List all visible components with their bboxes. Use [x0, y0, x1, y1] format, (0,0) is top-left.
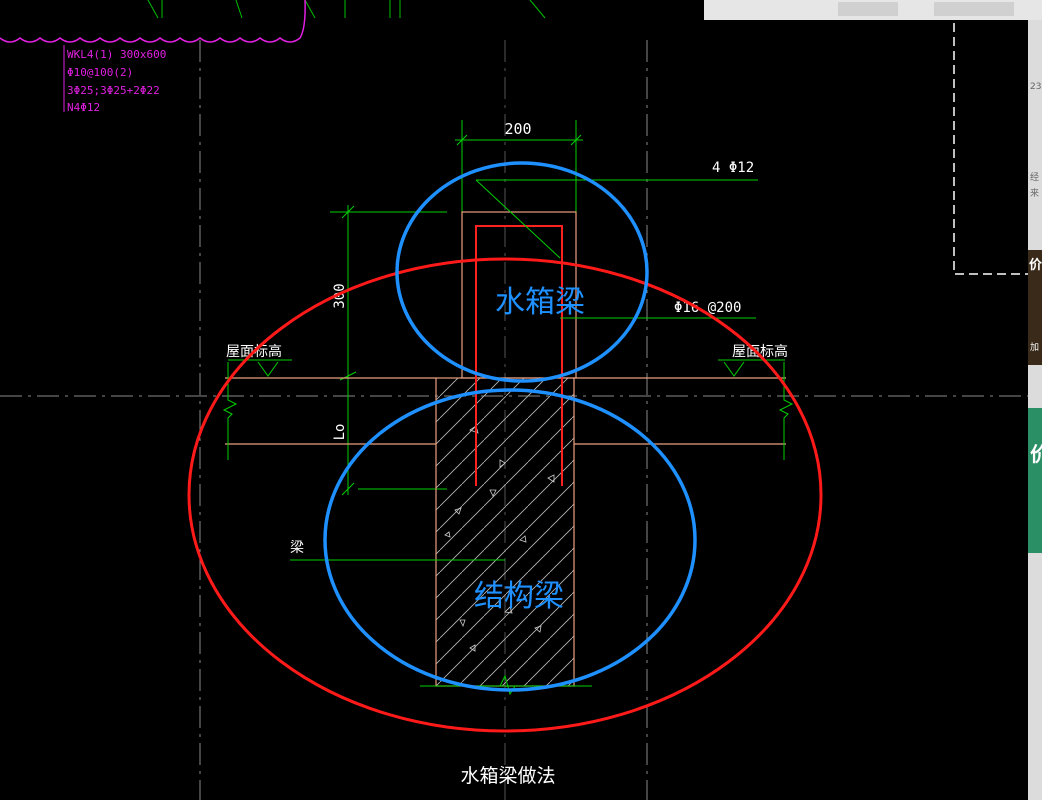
structural-beam-section [435, 377, 575, 687]
panel-text-4: 价 [1030, 442, 1042, 466]
viewport-frame [953, 17, 1035, 275]
beam-tag-line-4: N4Φ12 [67, 101, 100, 114]
beam-tag-line-1: WKL4(1) 300x600 [67, 48, 166, 61]
beam-tag: WKL4(1) 300x600 Φ10@100(2) 3Φ25;3Φ25+2Φ2… [63, 45, 166, 114]
panel-text-2: 经 [1030, 173, 1040, 183]
beam-label: 梁 [290, 540, 304, 556]
panel-text-1: 23 [1030, 82, 1042, 92]
panel-text-5: 加 [1030, 343, 1040, 353]
height-dimension [330, 205, 447, 496]
beam-tag-line-2: Φ10@100(2) [67, 66, 133, 79]
toolbar-cell [838, 2, 898, 16]
rebar-top-label: 4 Φ12 [712, 160, 754, 176]
beam-tag-line-3: 3Φ25;3Φ25+2Φ22 [67, 84, 160, 97]
side-panel[interactable]: 23 经 来 价 加 价 [1028, 20, 1042, 800]
top-rebar-diagonal [475, 179, 561, 259]
dim-width-label: 200 [504, 120, 531, 138]
top-toolbar-strip [704, 0, 1042, 20]
drawing-title: 水箱梁做法 [460, 765, 555, 787]
revision-cloud [0, 0, 306, 43]
promo-banner[interactable]: 价 [1028, 408, 1042, 553]
fragment-top [147, 0, 546, 19]
toolbar-cell [934, 2, 1014, 16]
panel-text-6: 价 [1029, 258, 1042, 273]
dim-lo-label: Lo [332, 424, 348, 441]
tank-beam-annotation: 水箱梁 [495, 285, 585, 320]
cad-drawing-canvas[interactable]: WKL4(1) 300x600 Φ10@100(2) 3Φ25;3Φ25+2Φ2… [0, 0, 1042, 800]
structural-beam-annotation: 结构梁 [474, 579, 564, 614]
ad-banner[interactable]: 价 加 [1028, 250, 1042, 365]
panel-text-3: 来 [1030, 189, 1040, 199]
